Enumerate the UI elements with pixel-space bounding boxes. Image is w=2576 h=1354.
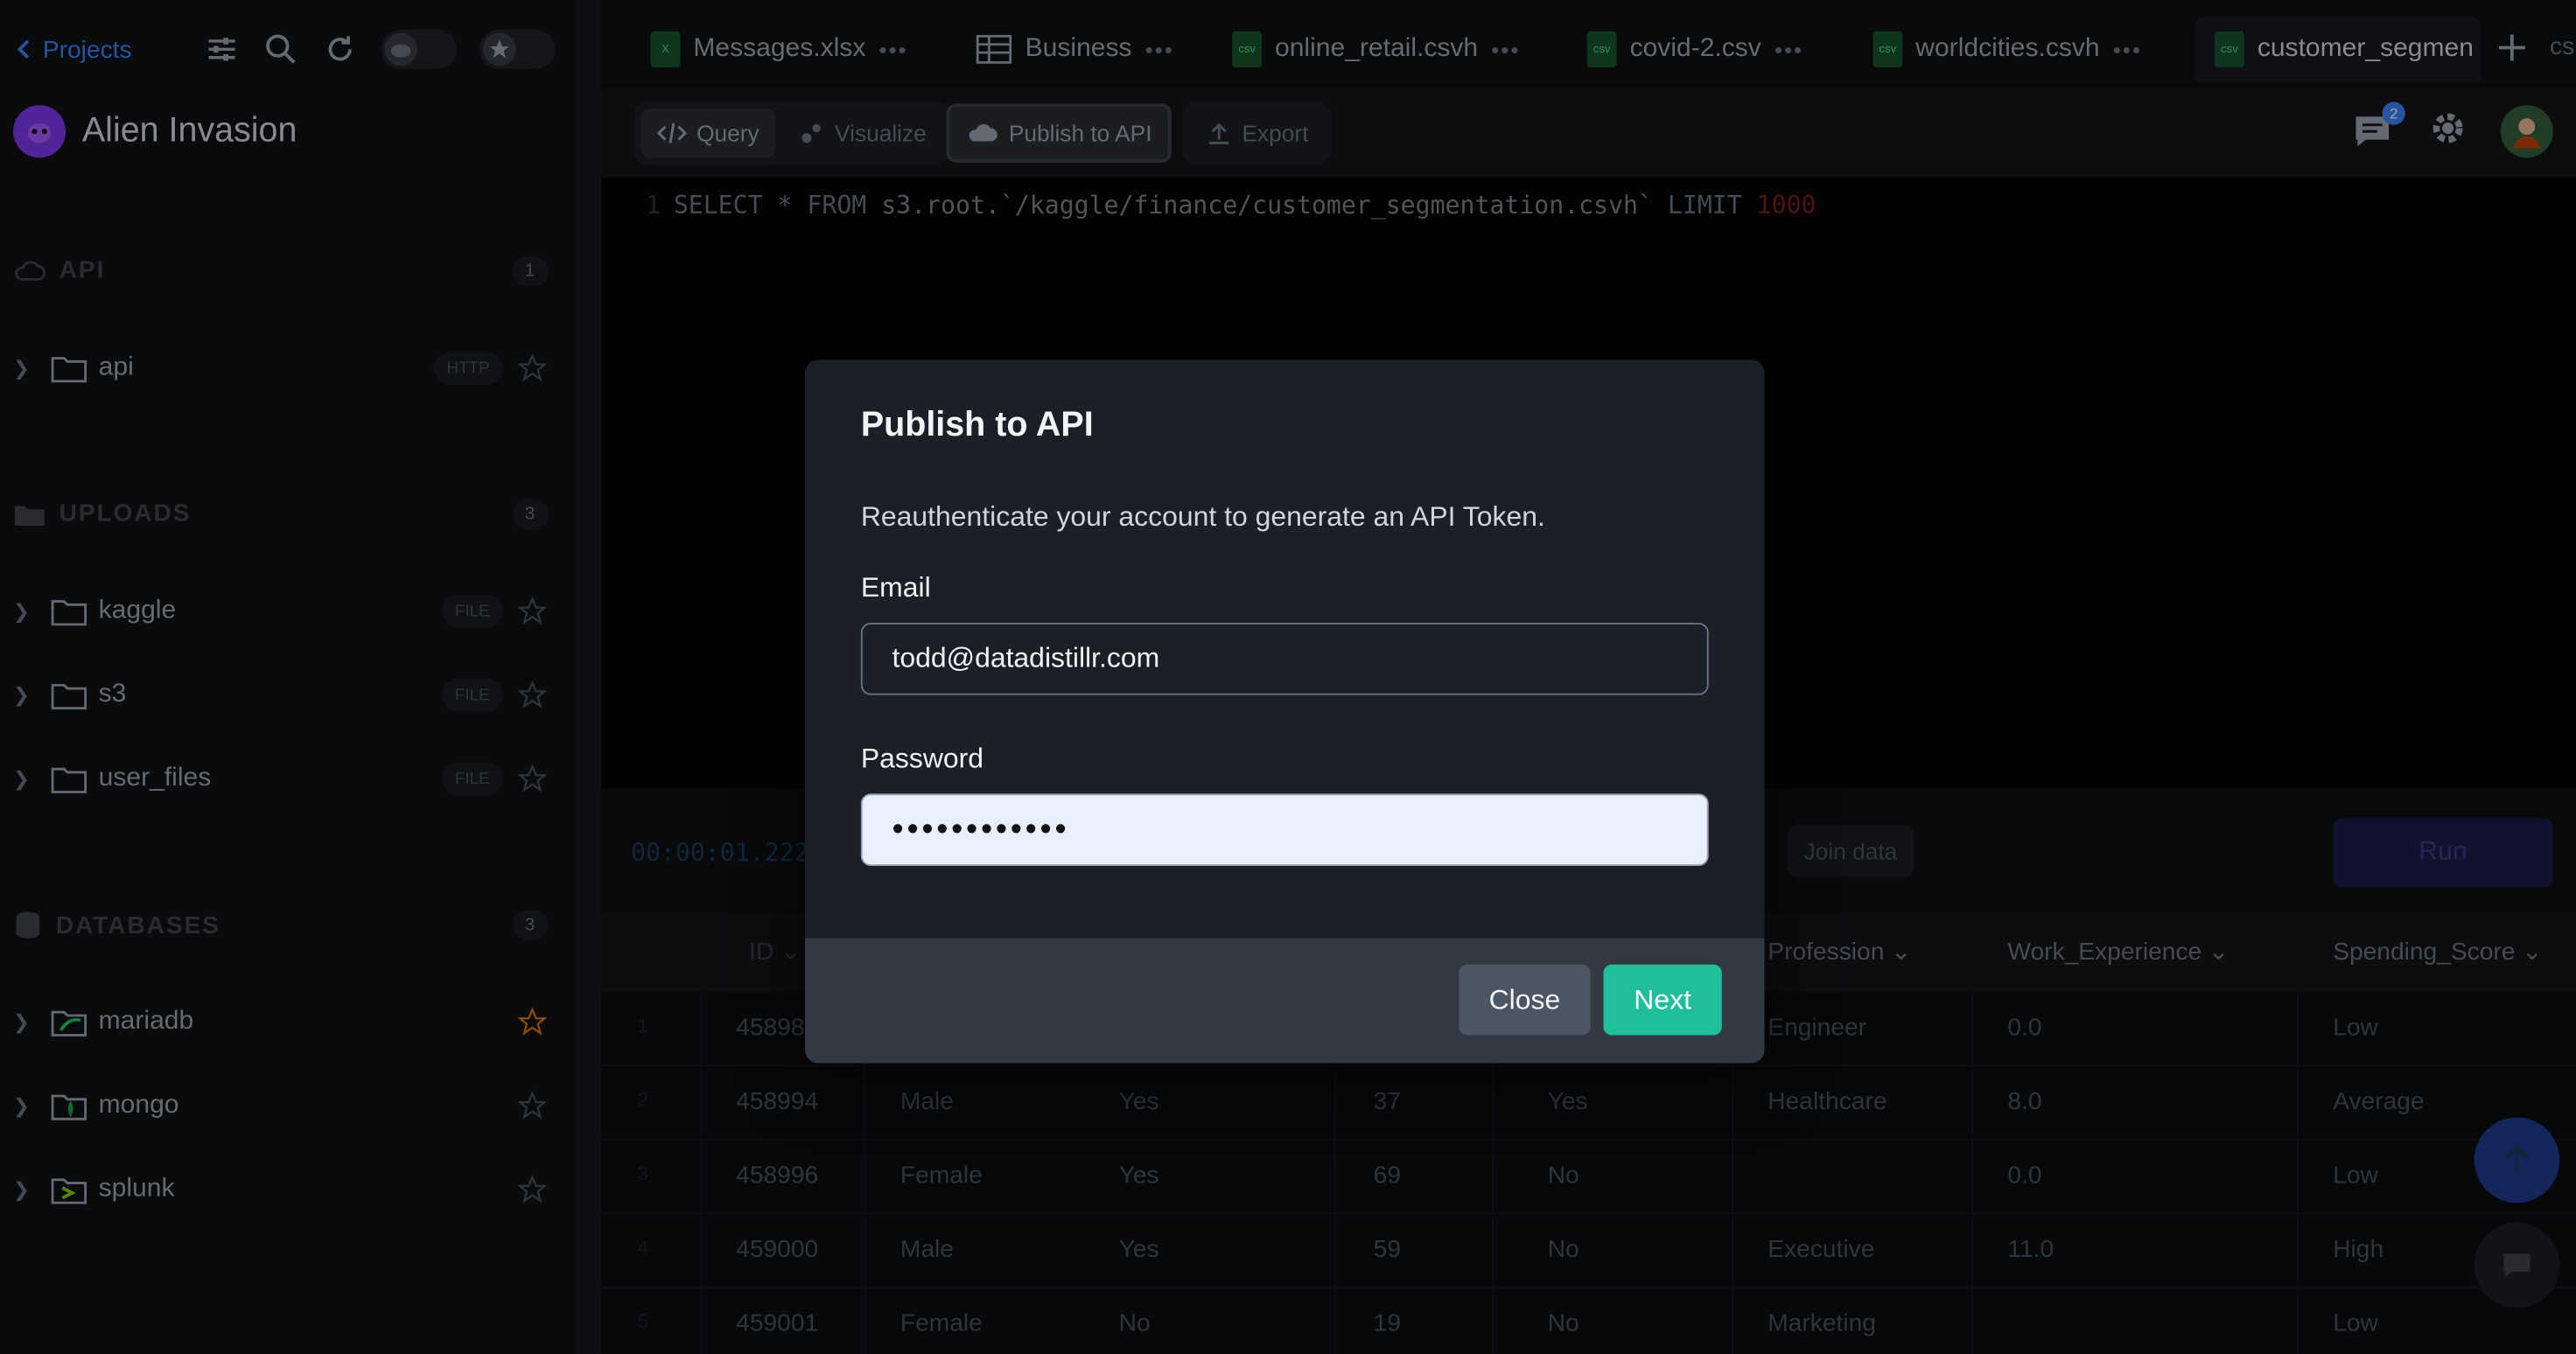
dialog-description: Reauthenticate your account to generate … xyxy=(860,500,1545,533)
next-button[interactable]: Next xyxy=(1603,964,1722,1036)
app-window: Projects Alien Invasion API 1 ❯ api HTTP… xyxy=(0,0,2576,1354)
email-label: Email xyxy=(860,571,931,604)
dialog-title: Publish to API xyxy=(860,406,1094,444)
close-button[interactable]: Close xyxy=(1459,964,1591,1036)
email-field[interactable]: todd@datadistillr.com xyxy=(860,622,1709,695)
password-field[interactable]: •••••••••••• xyxy=(860,793,1709,867)
dialog-footer: Close Next xyxy=(805,938,1765,1064)
publish-to-api-dialog: Publish to API Reauthenticate your accou… xyxy=(805,359,1765,1064)
password-label: Password xyxy=(860,743,984,774)
